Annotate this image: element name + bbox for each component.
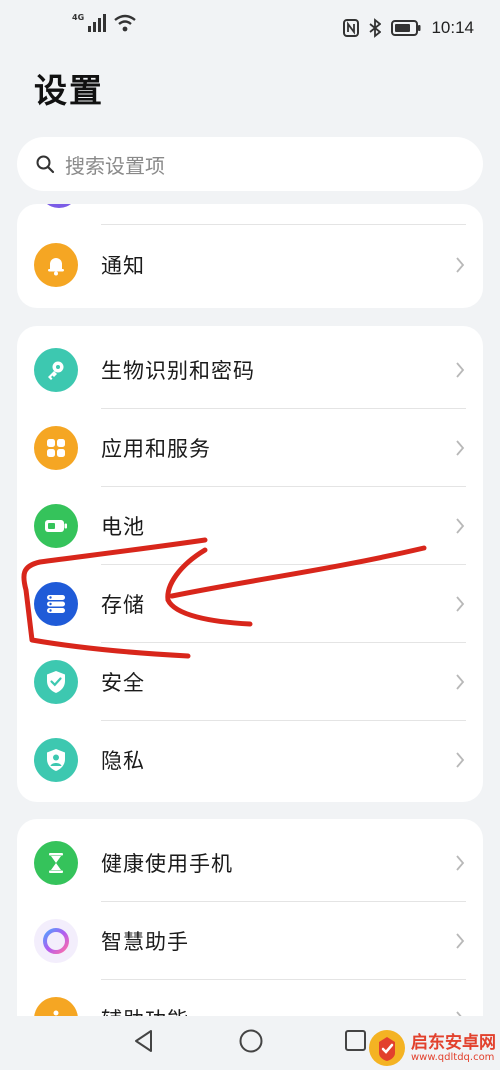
nfc-icon (343, 19, 360, 37)
settings-item-storage[interactable]: 存储 (17, 565, 483, 643)
settings-item-label: 通知 (101, 254, 145, 278)
search-icon (36, 155, 55, 174)
settings-item-label: 存储 (101, 593, 145, 617)
chevron-right-icon (456, 596, 465, 612)
settings-item-notifications[interactable]: 通知 (17, 226, 483, 304)
status-right: 10:14 (343, 18, 474, 38)
settings-item-label: 智慧助手 (101, 930, 189, 954)
status-time: 10:14 (431, 18, 474, 37)
watermark-logo: 启东安卓网 www.qdltdq.com (367, 1028, 496, 1068)
storage-icon (34, 582, 78, 626)
clipped-item-icon (39, 204, 79, 208)
chevron-right-icon (456, 933, 465, 949)
chevron-right-icon (456, 362, 465, 378)
search-placeholder: 搜索设置项 (65, 153, 165, 178)
home-circle-icon[interactable] (238, 1028, 264, 1054)
assistant-ring-icon (34, 919, 78, 963)
watermark-url: www.qdltdq.com (411, 1051, 495, 1063)
search-input[interactable]: 搜索设置项 (17, 137, 483, 191)
status-bar: 4G 10:14 (0, 0, 500, 56)
status-left: 4G (72, 14, 136, 32)
settings-group-1: 通知 (17, 204, 483, 308)
settings-item-label: 健康使用手机 (101, 852, 233, 876)
settings-item-digital-balance[interactable]: 健康使用手机 (17, 824, 483, 902)
chevron-right-icon (456, 257, 465, 273)
recents-square-icon[interactable] (344, 1028, 368, 1054)
watermark-text: 启东安卓网 www.qdltdq.com (411, 1034, 496, 1063)
battery-status-icon (391, 20, 421, 36)
watermark-badge-icon (369, 1030, 405, 1066)
hourglass-icon (34, 841, 78, 885)
settings-item-accessibility[interactable]: 辅助功能 (17, 980, 483, 1019)
settings-item-label: 应用和服务 (101, 437, 211, 461)
settings-item-label: 隐私 (101, 749, 145, 773)
battery-icon (34, 504, 78, 548)
wifi-icon (114, 14, 136, 32)
chevron-right-icon (456, 518, 465, 534)
chevron-right-icon (456, 855, 465, 871)
settings-group-3: 健康使用手机 智慧助手 (17, 819, 483, 1019)
settings-item-label: 安全 (101, 671, 145, 695)
key-icon (34, 348, 78, 392)
settings-item-battery[interactable]: 电池 (17, 487, 483, 565)
chevron-right-icon (456, 752, 465, 768)
settings-item-smart-assistant[interactable]: 智慧助手 (17, 902, 483, 980)
back-triangle-icon[interactable] (132, 1028, 156, 1054)
row-divider (101, 224, 466, 225)
bell-icon (34, 243, 78, 287)
apps-grid-icon (34, 426, 78, 470)
chevron-right-icon (456, 674, 465, 690)
settings-item-security[interactable]: 安全 (17, 643, 483, 721)
privacy-icon (34, 738, 78, 782)
settings-item-apps-services[interactable]: 应用和服务 (17, 409, 483, 487)
settings-item-biometrics-password[interactable]: 生物识别和密码 (17, 331, 483, 409)
signal-icon (88, 14, 107, 32)
shield-check-icon (34, 660, 78, 704)
page-title: 设置 (34, 71, 104, 110)
watermark-name: 启东安卓网 (411, 1032, 496, 1053)
settings-item-privacy[interactable]: 隐私 (17, 721, 483, 799)
settings-item-label: 电池 (101, 515, 145, 539)
bluetooth-icon (369, 18, 382, 38)
chevron-right-icon (456, 440, 465, 456)
settings-group-2: 生物识别和密码 应用和服务 电池 存储 安全 隐私 (17, 326, 483, 802)
network-type-label: 4G (72, 13, 85, 22)
settings-item-label: 生物识别和密码 (101, 359, 255, 383)
